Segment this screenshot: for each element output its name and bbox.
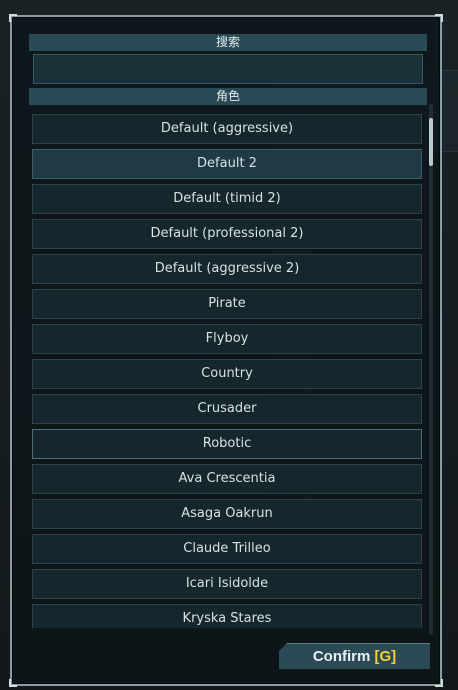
role-item[interactable]: Default (aggressive) <box>32 114 422 144</box>
frame-corner <box>435 14 443 22</box>
role-item[interactable]: Crusader <box>32 394 422 424</box>
frame-corner <box>9 679 17 687</box>
role-item[interactable]: Robotic <box>32 429 422 459</box>
frame-corner <box>435 679 443 687</box>
role-item-selected[interactable]: Default 2 <box>32 149 422 179</box>
role-item[interactable]: Icari Isidolde <box>32 569 422 599</box>
confirm-label: Confirm <box>312 648 375 665</box>
search-header: 搜索 <box>29 34 427 51</box>
role-item[interactable]: Country <box>32 359 422 389</box>
hotkey-hint: [G] <box>374 648 397 665</box>
search-input[interactable] <box>33 54 423 84</box>
role-item[interactable]: Claude Trilleo <box>32 534 422 564</box>
role-item[interactable]: Asaga Oakrun <box>32 499 422 529</box>
role-item[interactable]: Default (professional 2) <box>32 219 422 249</box>
roles-header: 角色 <box>29 88 427 105</box>
scrollbar-thumb[interactable] <box>429 118 433 166</box>
role-item[interactable]: Ava Crescentia <box>32 464 422 494</box>
role-item[interactable]: Flyboy <box>32 324 422 354</box>
confirm-button[interactable]: Confirm [G] <box>279 643 430 669</box>
role-picker-dialog: 搜索 角色 Default (aggressive) Default 2 Def… <box>9 14 443 687</box>
role-item[interactable]: Pirate <box>32 289 422 319</box>
role-item[interactable]: Kryska Stares <box>32 604 422 628</box>
role-list: Default (aggressive) Default 2 Default (… <box>32 114 425 628</box>
list-scrollbar[interactable] <box>429 104 433 634</box>
role-item[interactable]: Default (aggressive 2) <box>32 254 422 284</box>
role-item[interactable]: Default (timid 2) <box>32 184 422 214</box>
frame-corner <box>9 14 17 22</box>
